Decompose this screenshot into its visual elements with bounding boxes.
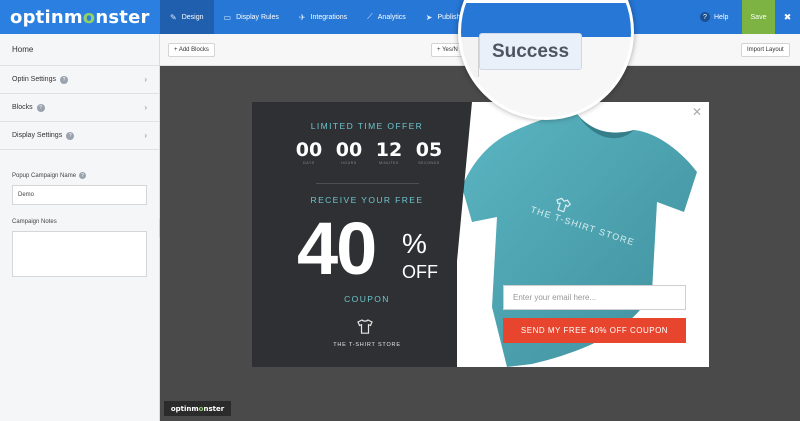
sidebar-item-label: Display Settings: [12, 132, 63, 139]
nav-integrations[interactable]: ✈ Integrations: [289, 0, 357, 34]
timer-minutes: 12 MINUTES: [375, 139, 403, 165]
tshirt-icon: [357, 319, 373, 334]
plane-icon: ✈: [298, 12, 306, 22]
question-icon: ?: [700, 12, 710, 22]
import-layout-button[interactable]: Import Layout: [741, 43, 790, 57]
limited-time-offer: LIMITED TIME OFFER: [310, 121, 424, 131]
help-label: Help: [714, 13, 729, 21]
help-icon[interactable]: ?: [36, 103, 45, 112]
sidebar-item-label: Optin Settings: [12, 76, 56, 83]
help-icon[interactable]: ?: [79, 172, 87, 179]
popup-preview[interactable]: THE T-SHIRT STORE LIMITED TIME OFFER 00 D…: [252, 102, 709, 367]
magnifier-callout: Success: [458, 0, 634, 120]
chevron-right-icon: ›: [144, 75, 147, 84]
campaign-name-label: Popup Campaign Name ?: [12, 172, 159, 179]
send-coupon-button[interactable]: SEND MY FREE 40% OFF COUPON: [503, 318, 686, 343]
monitor-icon: ▭: [223, 12, 232, 22]
send-icon: ➤: [425, 12, 433, 22]
off-text: OFF: [402, 262, 438, 282]
coupon-text: COUPON: [344, 294, 390, 304]
nav-display-rules-label: Display Rules: [236, 13, 279, 21]
discount-amount: 40: [297, 207, 377, 290]
chevron-right-icon: ›: [144, 131, 147, 140]
timer-seconds: 05 SECONDS: [415, 139, 443, 165]
nav-analytics[interactable]: ⟋ Analytics: [357, 0, 416, 34]
campaign-notes-label: Campaign Notes: [12, 219, 57, 225]
popup-close-icon[interactable]: ✕: [692, 105, 702, 119]
add-blocks-button[interactable]: + Add Blocks: [168, 43, 215, 57]
email-field[interactable]: Enter your email here...: [503, 285, 686, 310]
nav-display-rules[interactable]: ▭ Display Rules: [214, 0, 289, 34]
optinmonster-badge[interactable]: optinm o nster: [164, 401, 231, 416]
sidebar-item-optin-settings[interactable]: Optin Settings ? ›: [0, 66, 159, 94]
chevron-right-icon: ›: [144, 103, 147, 112]
help-icon[interactable]: ?: [59, 75, 68, 84]
help-button[interactable]: ? Help: [700, 0, 728, 34]
chart-icon: ⟋: [367, 12, 373, 21]
nav-design[interactable]: ✎ Design: [160, 0, 214, 34]
sidebar-home[interactable]: Home: [0, 34, 159, 66]
percent-sign: %: [402, 228, 427, 259]
receive-free-text: RECEIVE YOUR FREE: [310, 195, 424, 205]
help-icon[interactable]: ?: [66, 131, 75, 140]
campaign-notes-textarea[interactable]: [12, 231, 147, 277]
sidebar-item-label: Blocks: [12, 104, 33, 111]
brush-icon: ✎: [170, 12, 177, 22]
sidebar-item-display-settings[interactable]: Display Settings ? ›: [0, 122, 159, 150]
campaign-name-input[interactable]: Demo: [12, 185, 147, 205]
main-nav: ✎ Design ▭ Display Rules ✈ Integrations …: [160, 0, 484, 34]
nav-design-label: Design: [181, 13, 204, 21]
nav-publish-label: Publish: [437, 13, 461, 21]
timer-days: 00 DAYS: [295, 139, 323, 165]
nav-analytics-label: Analytics: [377, 13, 406, 21]
optinmonster-logo[interactable]: optinmonster: [0, 0, 160, 34]
success-badge: Success: [479, 33, 582, 70]
left-sidebar: Home Optin Settings ? › Blocks ? › Displ…: [0, 34, 160, 421]
store-name: THE T-SHIRT STORE: [333, 342, 401, 348]
save-button[interactable]: Save: [742, 0, 775, 34]
close-icon[interactable]: ✖: [775, 0, 800, 34]
nav-integrations-label: Integrations: [310, 13, 348, 21]
countdown-timer: 00 DAYS 00 HOURS 12 MINUTES 05 SECONDS: [292, 139, 446, 165]
top-nav-bar: optinmonster ✎ Design ▭ Display Rules ✈ …: [0, 0, 800, 34]
divider: [316, 183, 419, 184]
timer-hours: 00 HOURS: [335, 139, 363, 165]
sidebar-item-blocks[interactable]: Blocks ? ›: [0, 94, 159, 122]
